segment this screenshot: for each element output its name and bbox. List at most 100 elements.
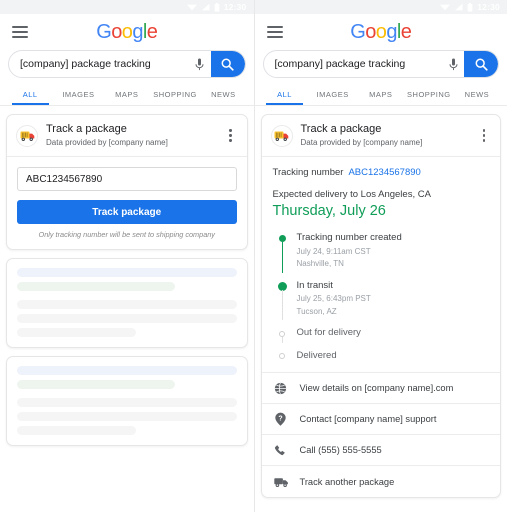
skeleton-text-bar — [17, 299, 237, 309]
right-content: Track a package Data provided by [compan… — [255, 106, 507, 512]
app-header: Google — [0, 14, 254, 50]
timeline-item: Tracking number created July 24, 9:11am … — [277, 232, 490, 280]
search-input[interactable] — [9, 58, 189, 70]
timeline-title: Tracking number created — [296, 232, 402, 244]
search-bar[interactable] — [8, 50, 246, 78]
timeline-gutter — [277, 232, 297, 273]
signal-icon — [201, 3, 210, 11]
action-call[interactable]: Call (555) 555-5555 — [261, 435, 500, 467]
tracking-details-card: Track a package Data provided by [compan… — [260, 114, 501, 499]
search-tabs: ALL IMAGES MAPS SHOPPING NEWS — [254, 84, 507, 106]
microphone-icon[interactable] — [442, 58, 464, 71]
timeline-gutter — [277, 350, 297, 362]
skeleton-url-bar — [17, 281, 176, 291]
track-package-card: Track a package Data provided by [compan… — [6, 114, 248, 250]
delivery-truck-icon — [270, 124, 293, 147]
globe-icon — [274, 382, 300, 395]
status-time: 12:30 — [477, 1, 500, 12]
action-label: Track another package — [299, 476, 395, 487]
left-panel-input-state: 12:30 Google ALL IMAGES MAPS SHOPPING NE… — [0, 0, 254, 512]
search-button[interactable] — [210, 51, 245, 77]
wifi-icon — [440, 4, 451, 11]
skeleton-lines — [7, 259, 247, 347]
form-disclaimer: Only tracking number will be sent to shi… — [38, 230, 215, 240]
skeleton-lines — [7, 357, 247, 445]
shipment-timeline: Tracking number created July 24, 9:11am … — [273, 232, 490, 368]
timeline-title: Out for delivery — [296, 327, 361, 339]
tab-maps[interactable]: MAPS — [357, 84, 405, 105]
tracking-number-input[interactable] — [17, 167, 237, 192]
status-bar: 12:30 — [254, 0, 507, 14]
card-header: Track a package Data provided by [compan… — [7, 115, 247, 156]
microphone-icon[interactable] — [189, 58, 211, 71]
status-bar: 12:30 — [0, 0, 254, 14]
help-pin-icon: ? — [274, 412, 300, 426]
timeline-title: In transit — [296, 279, 333, 291]
tab-images[interactable]: IMAGES — [309, 84, 357, 105]
skeleton-text-bar — [17, 313, 237, 323]
action-view-details[interactable]: View details on [company name].com — [261, 373, 500, 405]
action-label: Call (555) 555-5555 — [299, 445, 382, 456]
search-area — [0, 50, 254, 84]
search-input[interactable] — [263, 58, 442, 70]
kebab-menu-icon[interactable] — [477, 129, 491, 142]
delivery-truck-icon — [16, 124, 38, 147]
skeleton-text-bar — [17, 425, 136, 435]
kebab-menu-icon[interactable] — [224, 129, 238, 142]
skeleton-title-bar — [17, 267, 237, 277]
svg-text:?: ? — [278, 415, 282, 422]
card-title: Track a package — [46, 123, 127, 135]
search-bar[interactable] — [262, 50, 499, 78]
wifi-icon — [186, 4, 197, 11]
hamburger-menu-icon[interactable] — [266, 26, 283, 38]
timeline-gutter — [277, 327, 297, 343]
search-button[interactable] — [464, 51, 498, 77]
dual-panel-screenshot: 12:30 Google ALL IMAGES MAPS SHOPPING NE… — [0, 0, 507, 512]
card-subtitle: Data provided by [company name] — [46, 137, 168, 147]
tab-all[interactable]: ALL — [261, 84, 309, 105]
action-track-another[interactable]: Track another package — [262, 466, 501, 497]
timeline-body: Tracking number created July 24, 9:11am … — [297, 232, 490, 270]
search-area — [255, 50, 507, 84]
card-header: Track a package Data provided by [compan… — [262, 115, 501, 156]
tab-maps[interactable]: MAPS — [103, 84, 151, 105]
timeline-item: Delivered — [277, 350, 490, 368]
skeleton-url-bar — [17, 379, 176, 389]
timeline-title: Delivered — [296, 349, 337, 361]
action-contact-support[interactable]: ? Contact [company name] support — [261, 404, 500, 436]
search-tabs: ALL IMAGES MAPS SHOPPING NEWS — [0, 84, 254, 106]
timeline-body: Delivered — [297, 350, 490, 362]
timeline-body: Out for delivery — [297, 327, 490, 339]
timeline-location: Nashville, TN — [296, 259, 344, 269]
timeline-connector — [281, 289, 283, 321]
status-time: 12:30 — [223, 1, 247, 12]
timeline-location: Tucson, AZ — [296, 306, 337, 316]
left-content: Track a package Data provided by [compan… — [0, 106, 254, 462]
card-titles: Track a package Data provided by [compan… — [301, 123, 478, 148]
tab-news[interactable]: NEWS — [453, 84, 501, 105]
tracking-detail-body: Tracking number ABC1234567890 Expected de… — [262, 157, 501, 372]
skeleton-result-card — [6, 257, 248, 348]
card-titles: Track a package Data provided by [compan… — [46, 123, 224, 148]
right-panel-results-state: 12:30 Google ALL IMAGES MAPS SHOPPING NE… — [253, 0, 507, 512]
skeleton-text-bar — [17, 327, 136, 337]
tab-news[interactable]: NEWS — [199, 84, 247, 105]
skeleton-text-bar — [17, 397, 237, 407]
battery-icon — [214, 2, 220, 12]
tracking-number-value[interactable]: ABC1234567890 — [348, 167, 420, 178]
action-label: Contact [company name] support — [299, 414, 437, 425]
status-dot-pending — [279, 330, 285, 337]
timeline-datetime: July 25, 6:43pm PST — [296, 294, 371, 304]
google-logo: Google — [350, 20, 412, 43]
tab-shopping[interactable]: SHOPPING — [405, 84, 453, 105]
tab-images[interactable]: IMAGES — [54, 84, 102, 105]
track-package-button[interactable]: Track package — [17, 200, 237, 225]
timeline-connector — [281, 242, 283, 273]
tab-all[interactable]: ALL — [6, 84, 54, 105]
hamburger-menu-icon[interactable] — [12, 26, 28, 38]
tab-shopping[interactable]: SHOPPING — [151, 84, 199, 105]
tracking-number-label: Tracking number — [272, 167, 344, 179]
card-subtitle: Data provided by [company name] — [300, 137, 423, 147]
status-dot-complete — [278, 235, 286, 243]
tracking-number-row: Tracking number ABC1234567890 — [273, 167, 490, 178]
